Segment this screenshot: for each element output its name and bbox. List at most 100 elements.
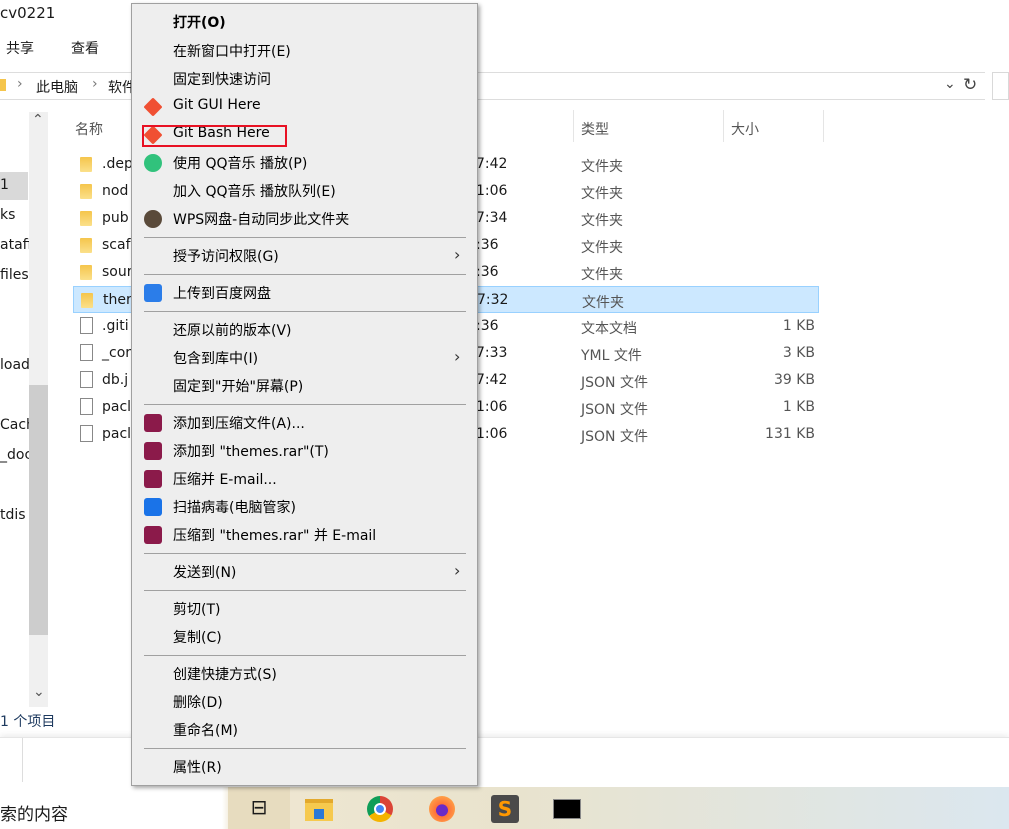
window-title: cv0221 bbox=[0, 4, 56, 22]
menu-item[interactable]: 在新窗口中打开(E) bbox=[173, 41, 291, 61]
folder-icon bbox=[81, 293, 93, 308]
menu-item[interactable]: WPS网盘-自动同步此文件夹 bbox=[173, 209, 349, 229]
chrome-icon[interactable] bbox=[366, 795, 396, 823]
file-modified: 1:06 bbox=[476, 426, 508, 442]
file-explorer-icon[interactable] bbox=[305, 795, 335, 823]
scroll-up-icon[interactable]: ⌃ bbox=[32, 112, 44, 128]
file-size: 3 KB bbox=[782, 345, 815, 361]
pc-manager-icon bbox=[144, 498, 162, 516]
taskbar-search[interactable]: 索的内容 bbox=[0, 800, 68, 825]
file-type: 文本文档 bbox=[581, 321, 637, 337]
column-header-type[interactable]: 类型 bbox=[581, 119, 609, 139]
chevron-down-icon[interactable]: ⌄ bbox=[944, 76, 956, 92]
file-type: 文件夹 bbox=[581, 240, 623, 256]
file-type: JSON 文件 bbox=[581, 402, 648, 418]
column-divider[interactable] bbox=[723, 110, 724, 142]
winrar-icon bbox=[144, 414, 162, 432]
menu-item[interactable]: 使用 QQ音乐 播放(P) bbox=[173, 153, 307, 173]
search-box[interactable] bbox=[992, 72, 1009, 100]
menu-item[interactable]: Git GUI Here bbox=[173, 97, 261, 113]
menu-separator bbox=[144, 748, 466, 749]
file-modified: :36 bbox=[476, 318, 499, 334]
file-size: 131 KB bbox=[765, 426, 815, 442]
status-item-count: 1 个项目 bbox=[0, 714, 56, 730]
menu-item[interactable]: 压缩到 "themes.rar" 并 E-mail bbox=[173, 525, 376, 545]
menu-item[interactable]: 上传到百度网盘 bbox=[173, 283, 271, 303]
file-icon bbox=[80, 317, 93, 334]
submenu-arrow-icon: › bbox=[454, 347, 461, 366]
chevron-right-icon: › bbox=[17, 76, 23, 92]
column-header-name[interactable]: 名称 bbox=[75, 119, 103, 139]
chevron-right-icon: › bbox=[92, 76, 98, 92]
file-type: 文件夹 bbox=[582, 295, 624, 311]
nav-item[interactable]: atafi bbox=[0, 237, 31, 253]
menu-item[interactable]: 还原以前的版本(V) bbox=[173, 320, 292, 340]
breadcrumb-this-pc[interactable]: 此电脑 bbox=[36, 77, 78, 97]
menu-item[interactable]: 复制(C) bbox=[173, 627, 222, 647]
file-icon bbox=[80, 425, 93, 442]
file-modified: 1:06 bbox=[476, 183, 508, 199]
tab-share[interactable]: 共享 bbox=[6, 38, 34, 58]
menu-item[interactable]: 删除(D) bbox=[173, 692, 223, 712]
tab-view[interactable]: 查看 bbox=[71, 38, 99, 58]
menu-item[interactable]: 创建快捷方式(S) bbox=[173, 664, 277, 684]
column-header-size[interactable]: 大小 bbox=[731, 119, 759, 139]
file-icon bbox=[80, 344, 93, 361]
nav-item[interactable]: _doc bbox=[0, 447, 32, 463]
file-modified: 7:32 bbox=[477, 292, 509, 308]
menu-item[interactable]: 打开(O) bbox=[173, 12, 226, 32]
file-size: 1 KB bbox=[782, 399, 815, 415]
menu-item[interactable]: 加入 QQ音乐 播放队列(E) bbox=[173, 181, 336, 201]
file-icon bbox=[80, 398, 93, 415]
scroll-down-icon[interactable]: ⌄ bbox=[33, 684, 45, 700]
nav-scrollbar-thumb[interactable] bbox=[29, 385, 48, 635]
column-divider[interactable] bbox=[823, 110, 824, 142]
column-divider[interactable] bbox=[573, 110, 574, 142]
wps-icon bbox=[144, 210, 162, 228]
file-name: db.j bbox=[102, 372, 129, 388]
file-icon bbox=[80, 371, 93, 388]
firefox-icon[interactable] bbox=[428, 795, 458, 823]
refresh-icon[interactable]: ↻ bbox=[963, 75, 977, 95]
cmd-icon[interactable] bbox=[553, 795, 583, 823]
file-size: 1 KB bbox=[782, 318, 815, 334]
file-name: pub bbox=[102, 210, 129, 226]
nav-item[interactable]: load bbox=[0, 357, 30, 373]
nav-item[interactable]: 1 bbox=[0, 172, 28, 200]
file-modified: 7:34 bbox=[476, 210, 508, 226]
file-type: JSON 文件 bbox=[581, 429, 648, 445]
menu-item[interactable]: 授予访问权限(G) bbox=[173, 246, 279, 266]
file-type: YML 文件 bbox=[581, 348, 642, 364]
menu-item[interactable]: 添加到压缩文件(A)... bbox=[173, 413, 305, 433]
menu-separator bbox=[144, 590, 466, 591]
file-name: _cor bbox=[102, 345, 132, 361]
file-size: 39 KB bbox=[773, 372, 815, 388]
folder-icon bbox=[0, 79, 6, 91]
menu-item[interactable]: 固定到"开始"屏幕(P) bbox=[173, 376, 303, 396]
file-name: pacl bbox=[102, 399, 132, 415]
winrar-icon bbox=[144, 526, 162, 544]
file-type: 文件夹 bbox=[581, 186, 623, 202]
nav-item[interactable]: ks bbox=[0, 207, 15, 223]
nav-item[interactable]: tdis bbox=[0, 507, 26, 523]
menu-item[interactable]: 压缩并 E-mail... bbox=[173, 469, 277, 489]
menu-item[interactable]: 重命名(M) bbox=[173, 720, 238, 740]
menu-item[interactable]: 包含到库中(I) bbox=[173, 348, 258, 368]
menu-item[interactable]: 剪切(T) bbox=[173, 599, 220, 619]
menu-item[interactable]: 扫描病毒(电脑管家) bbox=[173, 497, 296, 517]
folder-icon bbox=[80, 238, 92, 253]
git-gui-icon bbox=[143, 97, 163, 117]
file-name: nod bbox=[102, 183, 129, 199]
menu-item[interactable]: 属性(R) bbox=[173, 757, 222, 777]
nav-item[interactable]: files bbox=[0, 267, 29, 283]
file-type: 文件夹 bbox=[581, 267, 623, 283]
menu-item[interactable]: 添加到 "themes.rar"(T) bbox=[173, 441, 329, 461]
menu-item[interactable]: 固定到快速访问 bbox=[173, 69, 271, 89]
sublime-text-icon[interactable]: S bbox=[490, 795, 520, 823]
submenu-arrow-icon: › bbox=[454, 245, 461, 264]
menu-item[interactable]: 发送到(N) bbox=[173, 562, 236, 582]
context-menu: 打开(O) 在新窗口中打开(E) 固定到快速访问 Git GUI Here Git Ba… bbox=[131, 3, 478, 786]
winrar-icon bbox=[144, 442, 162, 460]
task-view-icon[interactable]: ⊟ bbox=[244, 795, 274, 823]
submenu-arrow-icon: › bbox=[454, 561, 461, 580]
